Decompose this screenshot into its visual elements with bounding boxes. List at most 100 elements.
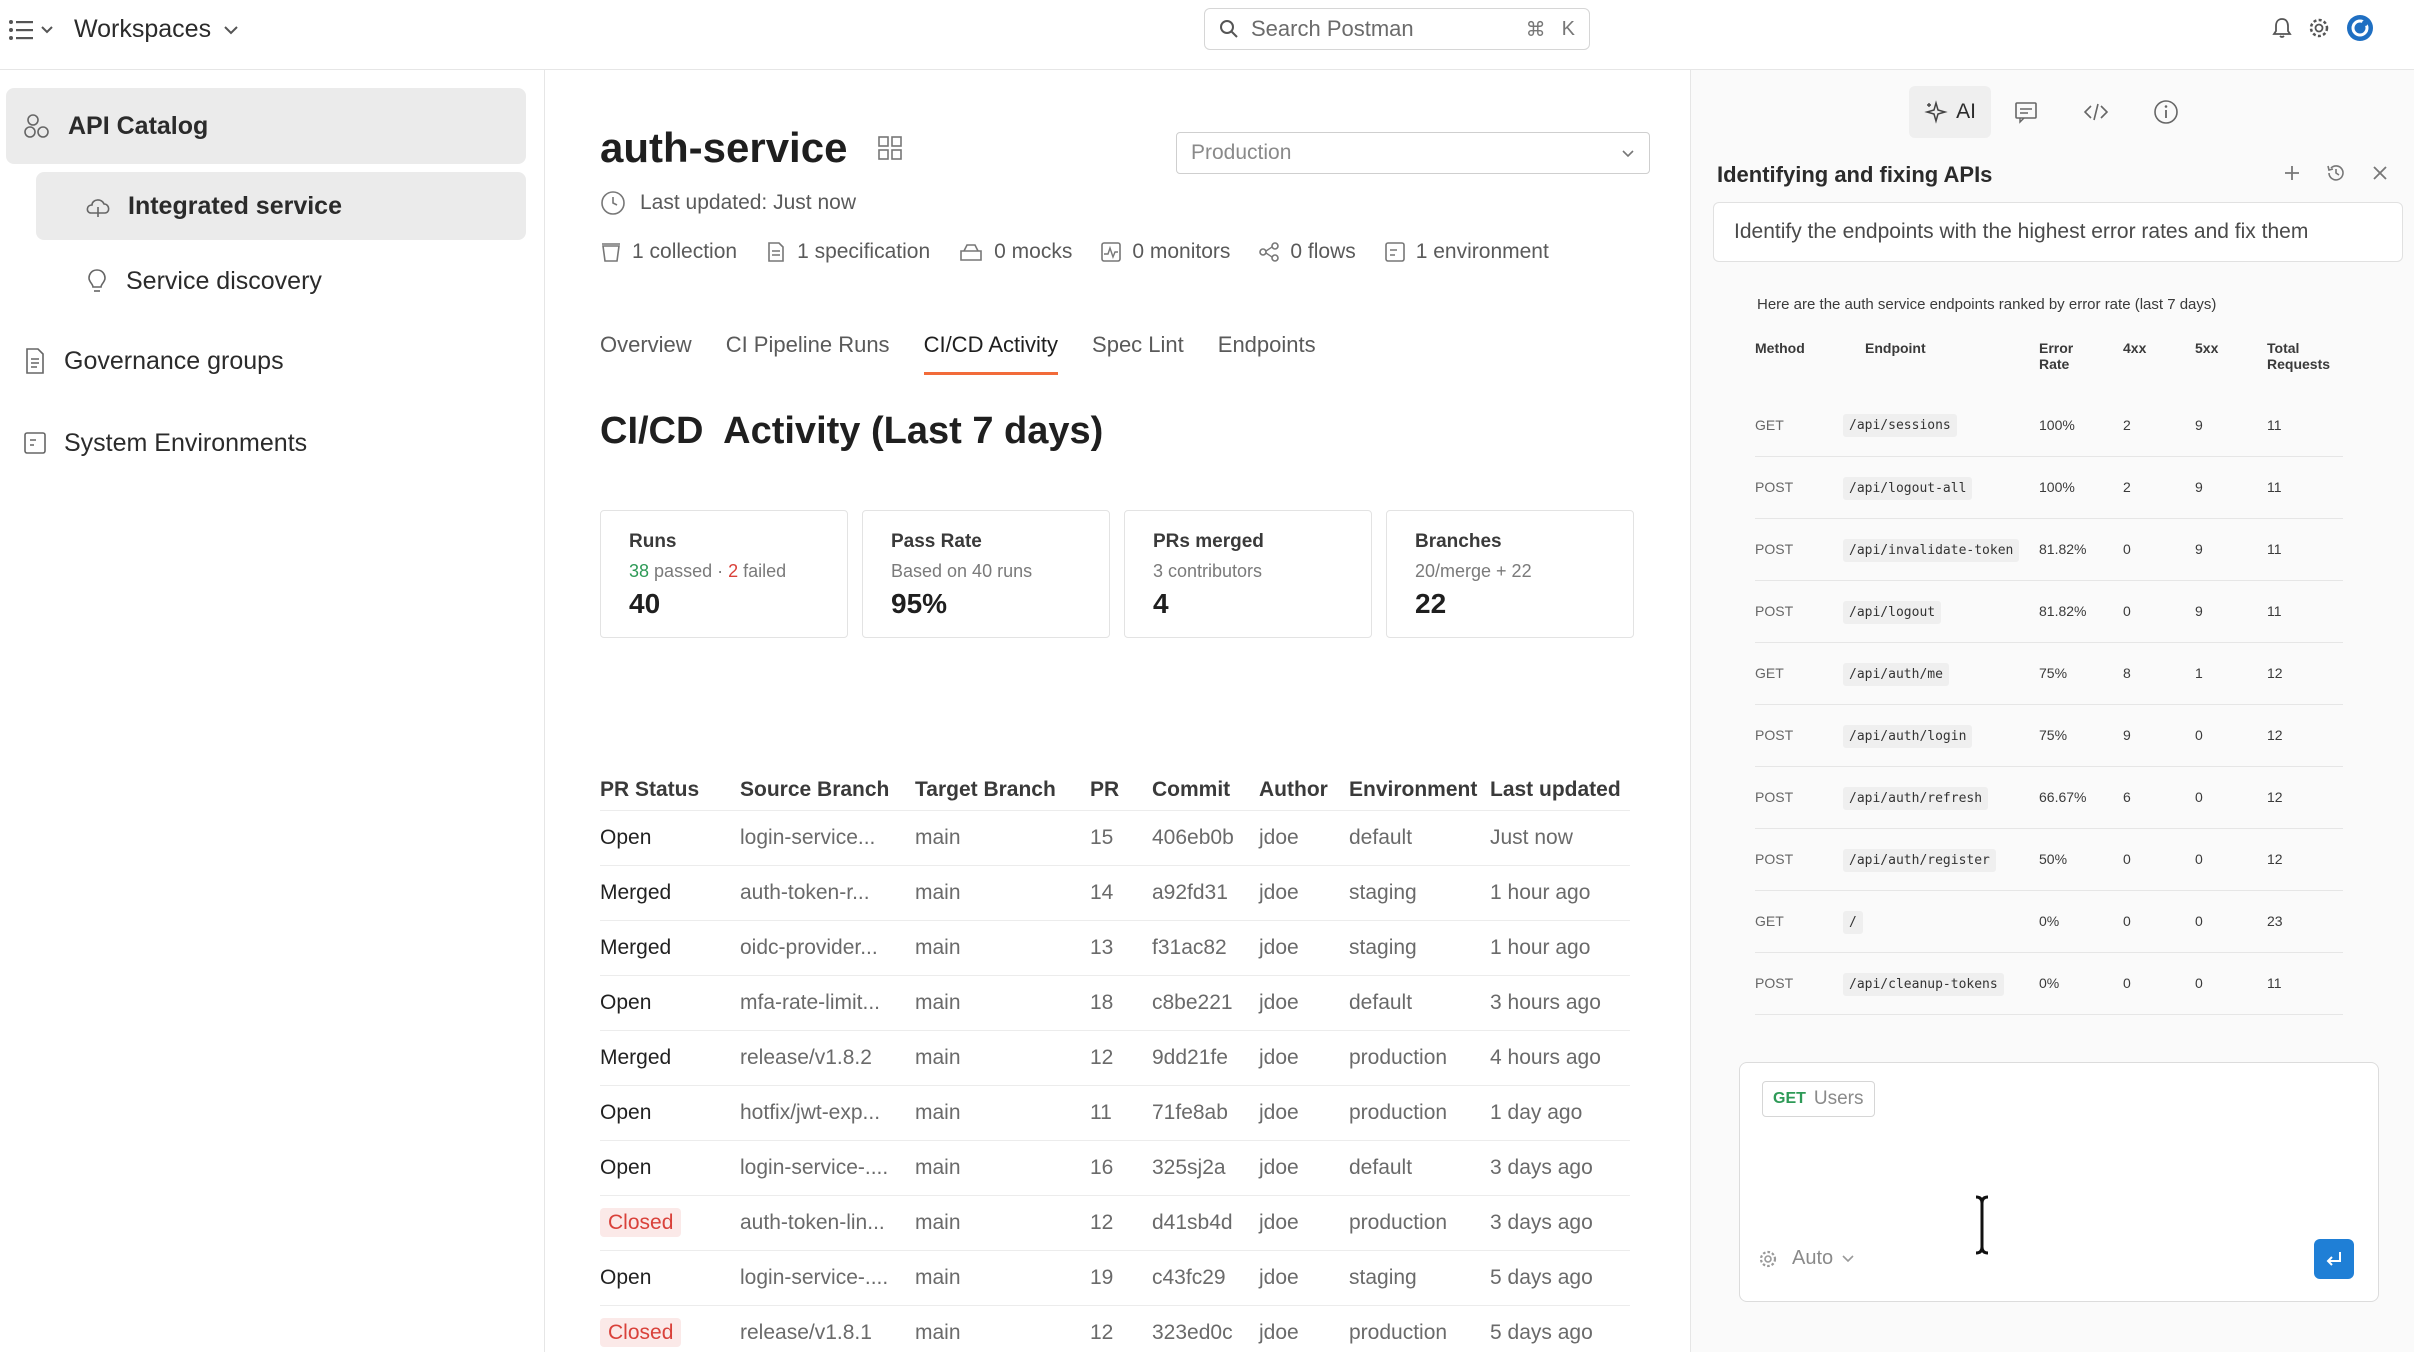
pr-number[interactable]: 19 — [1090, 1249, 1152, 1305]
column-header[interactable]: Author — [1259, 770, 1349, 810]
column-header[interactable]: Last updated — [1490, 770, 1630, 810]
tab-info[interactable] — [2131, 86, 2201, 138]
bell-icon[interactable] — [2272, 17, 2292, 39]
pr-number[interactable]: 16 — [1090, 1139, 1152, 1195]
plus-icon[interactable] — [2281, 162, 2303, 184]
total-requests: 11 — [2267, 580, 2343, 643]
column-header[interactable]: Environment — [1349, 770, 1490, 810]
commit[interactable]: 323ed0c — [1152, 1304, 1259, 1352]
tab-code[interactable] — [2061, 86, 2131, 138]
column-header[interactable]: Source Branch — [740, 770, 915, 810]
count-5xx: 0 — [2195, 952, 2267, 1015]
pr-number[interactable]: 12 — [1090, 1304, 1152, 1352]
gear-icon[interactable] — [2308, 17, 2330, 39]
table-header-row: Method Endpoint Error Rate 4xx 5xx Total R… — [1755, 338, 2343, 394]
commit[interactable]: c43fc29 — [1152, 1249, 1259, 1305]
column-header: Method — [1755, 340, 1805, 356]
meta-monitors[interactable]: 0 monitors — [1100, 240, 1230, 264]
pr-number[interactable]: 15 — [1090, 809, 1152, 865]
table-row[interactable]: Open login-service-.... main 16 325sj2a … — [600, 1139, 1630, 1195]
failed-count: 2 — [728, 561, 739, 581]
closed-badge: Closed — [600, 1317, 682, 1347]
close-icon[interactable] — [2369, 162, 2391, 184]
pr-number[interactable]: 12 — [1090, 1194, 1152, 1250]
table-row[interactable]: Merged auth-token-r... main 14 a92fd31 j… — [600, 864, 1630, 920]
sidebar-item-governance-groups[interactable]: Governance groups — [6, 330, 526, 392]
ai-composer[interactable]: GET Users Auto — [1739, 1062, 2379, 1302]
environment-select[interactable]: Production — [1176, 132, 1650, 174]
endpoint-path: / — [1843, 910, 1863, 934]
workspaces-dropdown[interactable]: Workspaces — [74, 15, 239, 44]
pr-number[interactable]: 11 — [1090, 1084, 1152, 1140]
column-header[interactable]: Commit — [1152, 770, 1259, 810]
table-row[interactable]: Closed release/v1.8.1 main 12 323ed0c jd… — [600, 1304, 1630, 1352]
table-row[interactable]: Merged release/v1.8.2 main 12 9dd21fe jd… — [600, 1029, 1630, 1085]
column-header: Endpoint — [1843, 338, 2039, 394]
chevron-down-icon — [1622, 149, 1634, 157]
source-branch: mfa-rate-limit... — [740, 974, 915, 1030]
table-row[interactable]: Open login-service... main 15 406eb0b jd… — [600, 809, 1630, 865]
pr-number[interactable]: 13 — [1090, 919, 1152, 975]
endpoint-cell: /api/logout — [1843, 580, 2039, 643]
tab-ci-pipeline-runs[interactable]: CI Pipeline Runs — [726, 332, 890, 375]
info-icon — [2154, 100, 2178, 124]
commit[interactable]: 71fe8ab — [1152, 1084, 1259, 1140]
section-title: CI/CD Activity (Last 7 days) — [600, 410, 1104, 452]
commit[interactable]: 9dd21fe — [1152, 1029, 1259, 1085]
commit[interactable]: a92fd31 — [1152, 864, 1259, 920]
error-rate: 81.82% — [2039, 518, 2123, 581]
total-requests: 11 — [2267, 518, 2343, 581]
commit[interactable]: c8be221 — [1152, 974, 1259, 1030]
column-header[interactable]: PR — [1090, 770, 1152, 810]
tab-ai[interactable]: AI — [1909, 86, 1991, 138]
table-row[interactable]: Open mfa-rate-limit... main 18 c8be221 j… — [600, 974, 1630, 1030]
model-mode-label: Auto — [1792, 1247, 1834, 1269]
column-header[interactable]: PR Status — [600, 770, 740, 810]
menu-list-icon[interactable] — [8, 17, 56, 43]
send-button[interactable] — [2314, 1239, 2354, 1279]
pr-number[interactable]: 12 — [1090, 1029, 1152, 1085]
commit[interactable]: d41sb4d — [1152, 1194, 1259, 1250]
endpoint-path: /api/invalidate-token — [1843, 538, 2020, 562]
commit[interactable]: 406eb0b — [1152, 809, 1259, 865]
table-row[interactable]: Open hotfix/jwt-exp... main 11 71fe8ab j… — [600, 1084, 1630, 1140]
cloud-icon — [86, 199, 110, 217]
column-header[interactable]: Target Branch — [915, 770, 1090, 810]
meta-collections[interactable]: 1 collection — [600, 240, 737, 264]
commit[interactable]: 325sj2a — [1152, 1139, 1259, 1195]
meta-flows[interactable]: 0 flows — [1258, 240, 1356, 264]
grid-icon[interactable] — [877, 135, 903, 161]
count-5xx: 1 — [2195, 642, 2267, 705]
commit[interactable]: f31ac82 — [1152, 919, 1259, 975]
pr-number[interactable]: 14 — [1090, 864, 1152, 920]
meta-specifications[interactable]: 1 specification — [765, 240, 930, 264]
meta-environments[interactable]: 1 environment — [1384, 240, 1549, 264]
history-icon[interactable] — [2325, 162, 2347, 184]
search-bar[interactable]: Search Postman ⌘ K — [1204, 8, 1590, 50]
endpoint-cell: /api/logout-all — [1843, 456, 2039, 519]
author: jdoe — [1259, 1084, 1349, 1140]
table-row[interactable]: Closed auth-token-lin... main 12 d41sb4d… — [600, 1194, 1630, 1250]
sidebar-item-service-discovery[interactable]: Service discovery — [36, 250, 526, 312]
tab-spec-lint[interactable]: Spec Lint — [1092, 332, 1184, 375]
page-title: auth-service — [600, 124, 903, 172]
sidebar-item-integrated-service[interactable]: Integrated service — [36, 172, 526, 240]
endpoint-path: /api/sessions — [1843, 414, 1957, 438]
table-row[interactable]: Open login-service-.... main 19 c43fc29 … — [600, 1249, 1630, 1305]
total-header-line1: Total — [2267, 340, 2300, 356]
avatar[interactable] — [2346, 14, 2374, 42]
tab-comments[interactable] — [1991, 86, 2061, 138]
sidebar-item-system-environments[interactable]: System Environments — [6, 412, 526, 474]
total-requests: 11 — [2267, 394, 2343, 457]
pr-number[interactable]: 18 — [1090, 974, 1152, 1030]
sidebar-item-api-catalog[interactable]: API Catalog — [6, 88, 526, 164]
tab-overview[interactable]: Overview — [600, 332, 692, 375]
model-mode-select[interactable]: Auto — [1758, 1247, 1855, 1270]
meta-mocks[interactable]: 0 mocks — [958, 240, 1072, 264]
tab-endpoints[interactable]: Endpoints — [1218, 332, 1316, 375]
context-chip[interactable]: GET Users — [1762, 1081, 1875, 1117]
page-title-text: auth-service — [600, 124, 848, 171]
tab-ci-cd-activity[interactable]: CI/CD Activity — [923, 332, 1059, 375]
table-row[interactable]: Merged oidc-provider... main 13 f31ac82 … — [600, 919, 1630, 975]
endpoint-cell: /api/cleanup-tokens — [1843, 952, 2039, 1015]
